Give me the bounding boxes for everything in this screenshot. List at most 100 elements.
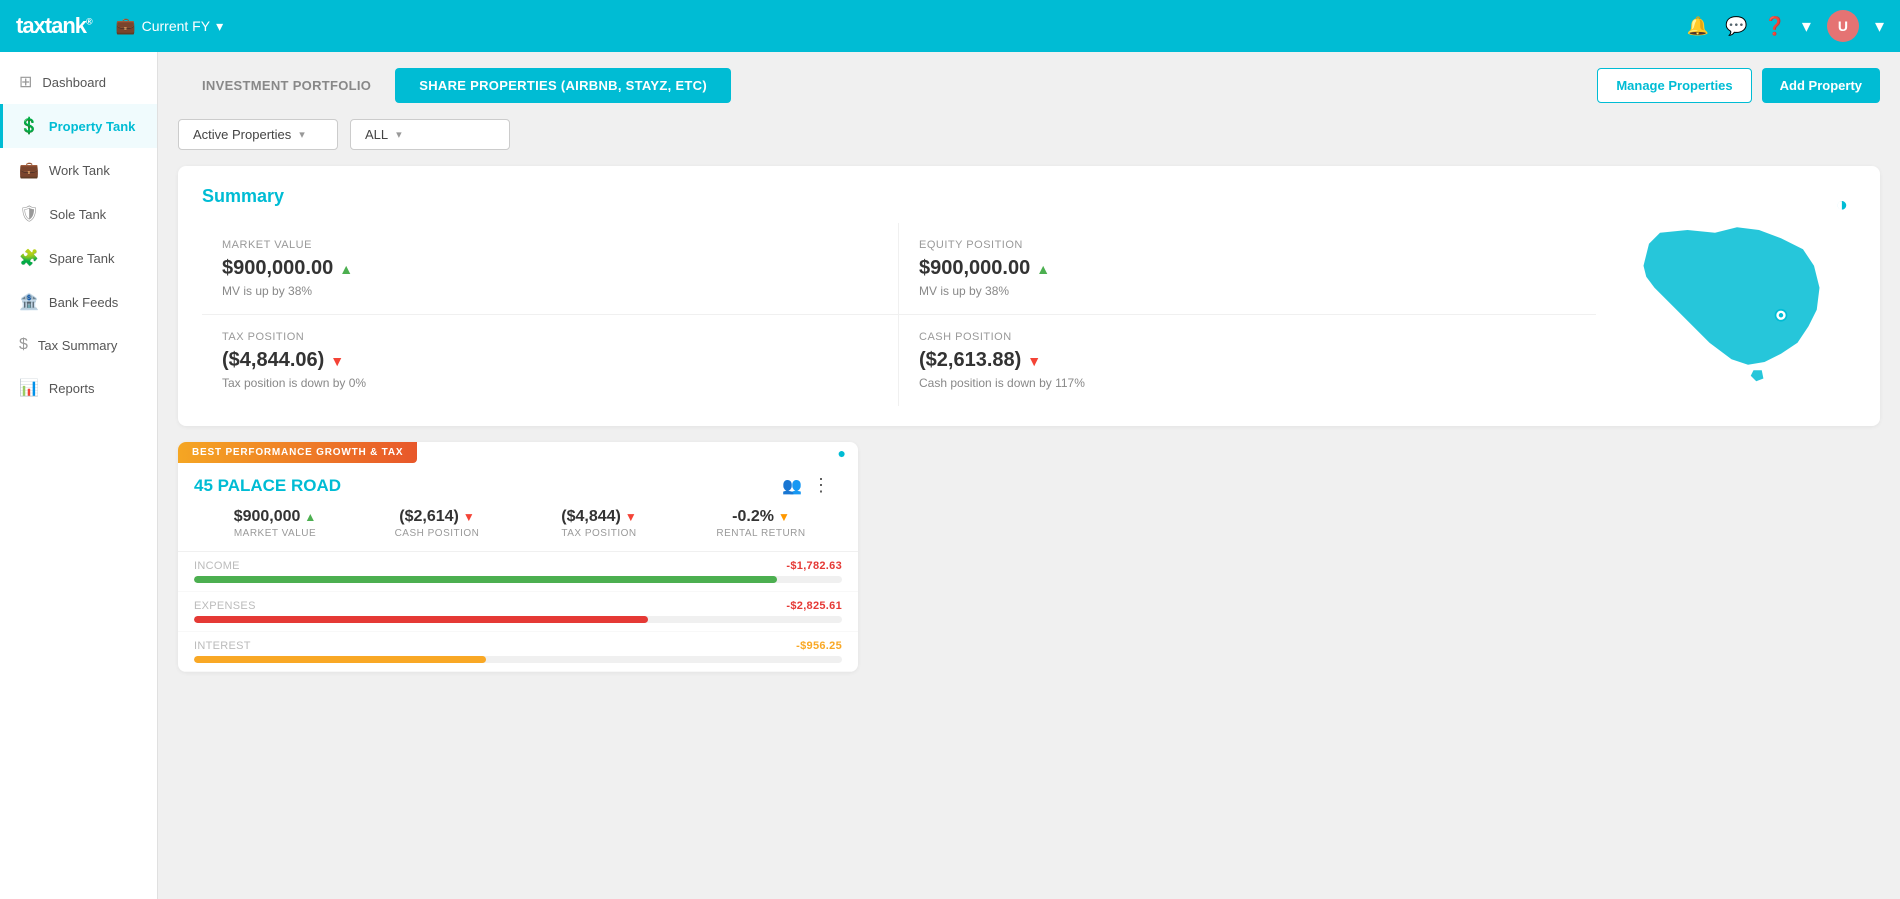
- sidebar-item-label: Work Tank: [49, 163, 110, 178]
- chevron-down-icon: ▾: [396, 128, 402, 141]
- chat-icon[interactable]: 💬: [1725, 16, 1747, 37]
- property-card: BEST PERFORMANCE GROWTH & TAX ● 45 PALAC…: [178, 442, 858, 672]
- equity-label: EQUITY POSITION: [919, 239, 1576, 251]
- manage-properties-button[interactable]: Manage Properties: [1597, 68, 1751, 103]
- cash-label: CASH POSITION: [919, 331, 1576, 343]
- summary-left: Summary MARKET VALUE $900,000.00 ▲ MV is…: [202, 186, 1596, 406]
- tab-investment-portfolio[interactable]: INVESTMENT PORTFOLIO: [178, 68, 395, 103]
- bar-label: INCOME: [194, 560, 240, 572]
- up-arrow-icon: ▲: [339, 261, 353, 277]
- cash-sub: Cash position is down by 117%: [919, 376, 1576, 390]
- metric-cash-position: ($2,614) ▼ CASH POSITION: [356, 508, 518, 539]
- bar-income: INCOME -$1,782.63: [178, 552, 858, 592]
- up-arrow-icon: ▲: [304, 510, 316, 524]
- summary-card: Summary MARKET VALUE $900,000.00 ▲ MV is…: [178, 166, 1880, 426]
- filter-active-label: Active Properties: [193, 127, 291, 142]
- avatar[interactable]: U: [1827, 10, 1859, 42]
- property-metrics: $900,000 ▲ MARKET VALUE ($2,614) ▼ CASH …: [178, 496, 858, 552]
- bar-label: EXPENSES: [194, 600, 256, 612]
- sidebar-item-spare-tank[interactable]: 🧩 Spare Tank: [0, 236, 157, 280]
- add-property-button[interactable]: Add Property: [1762, 68, 1880, 103]
- more-options-dot[interactable]: ●: [838, 445, 858, 461]
- sidebar-item-label: Dashboard: [42, 75, 106, 90]
- equity-sub: MV is up by 38%: [919, 284, 1576, 298]
- avatar-chevron-icon[interactable]: ▾: [1875, 16, 1884, 37]
- summary-equity: EQUITY POSITION $900,000.00 ▲ MV is up b…: [899, 223, 1596, 315]
- market-value-sub: MV is up by 38%: [222, 284, 878, 298]
- bar-fill: [194, 616, 648, 623]
- tax-amount: ($4,844.06) ▼: [222, 349, 878, 372]
- briefcase-icon: 💼: [116, 16, 136, 36]
- fy-label: Current FY: [142, 18, 210, 34]
- sidebar-item-label: Sole Tank: [49, 207, 106, 222]
- chevron-down-icon: ▾: [216, 18, 223, 35]
- down-arrow-icon: ▼: [625, 510, 637, 524]
- logo: taxtank®: [16, 13, 92, 39]
- puzzle-icon: 🧩: [19, 248, 39, 268]
- bar-track: [194, 576, 842, 583]
- cash-amount: ($2,613.88) ▼: [919, 349, 1576, 372]
- sidebar-item-reports[interactable]: 📊 Reports: [0, 366, 157, 410]
- sidebar-item-property-tank[interactable]: 💲 Property Tank: [0, 104, 157, 148]
- dollar-icon: $: [19, 336, 28, 354]
- summary-cash: CASH POSITION ($2,613.88) ▼ Cash positio…: [899, 315, 1596, 406]
- chevron-down-icon[interactable]: ▾: [1802, 16, 1811, 37]
- more-icon[interactable]: ⋮: [812, 475, 830, 496]
- sidebar-item-dashboard[interactable]: ⊞ Dashboard: [0, 60, 157, 104]
- sidebar-item-work-tank[interactable]: 💼 Work Tank: [0, 148, 157, 192]
- bell-icon[interactable]: 🔔: [1687, 16, 1709, 37]
- dollar-circle-icon: 💲: [19, 116, 39, 136]
- summary-tax: TAX POSITION ($4,844.06) ▼ Tax position …: [202, 315, 899, 406]
- bar-track: [194, 616, 842, 623]
- sidebar: ⊞ Dashboard 💲 Property Tank 💼 Work Tank …: [0, 52, 158, 899]
- all-filter[interactable]: ALL ▾: [350, 119, 510, 150]
- property-actions: 👥 ⋮: [782, 469, 846, 496]
- active-properties-filter[interactable]: Active Properties ▾: [178, 119, 338, 150]
- briefcase-icon: 💼: [19, 160, 39, 180]
- logo-sup: ®: [86, 17, 92, 27]
- sidebar-item-label: Property Tank: [49, 119, 135, 134]
- sidebar-item-sole-tank[interactable]: 🛡 Sole Tank: [0, 192, 157, 236]
- sidebar-item-tax-summary[interactable]: $ Tax Summary: [0, 324, 157, 366]
- sidebar-item-label: Reports: [49, 381, 95, 396]
- help-icon[interactable]: ❓: [1763, 16, 1785, 37]
- down-arrow-icon: ▼: [1027, 353, 1041, 369]
- bar-track: [194, 656, 842, 663]
- market-value-amount: $900,000.00 ▲: [222, 257, 878, 280]
- filter-all-label: ALL: [365, 127, 388, 142]
- summary-title: Summary: [202, 186, 1596, 207]
- metric-market-value: $900,000 ▲ MARKET VALUE: [194, 508, 356, 539]
- bar-fill: [194, 656, 486, 663]
- tabs-row: INVESTMENT PORTFOLIO SHARE PROPERTIES (A…: [178, 68, 1880, 103]
- australia-map: [1616, 196, 1836, 396]
- fy-selector[interactable]: 💼 Current FY ▾: [116, 16, 223, 36]
- tax-sub: Tax position is down by 0%: [222, 376, 878, 390]
- topnav: taxtank® 💼 Current FY ▾ 🔔 💬 ❓ ▾ U ▾: [0, 0, 1900, 52]
- down-arrow-icon: ▼: [463, 510, 475, 524]
- down-arrow-icon: ▼: [330, 353, 344, 369]
- sidebar-item-bank-feeds[interactable]: 🏦 Bank Feeds: [0, 280, 157, 324]
- tax-label: TAX POSITION: [222, 331, 878, 343]
- bar-label: INTEREST: [194, 640, 251, 652]
- bar-value: -$1,782.63: [786, 560, 842, 572]
- market-value-label: MARKET VALUE: [222, 239, 878, 251]
- shield-icon: 🛡: [19, 204, 39, 224]
- summary-map: ◑: [1596, 186, 1856, 406]
- main-content: INVESTMENT PORTFOLIO SHARE PROPERTIES (A…: [158, 52, 1900, 899]
- bar-chart-icon: 📊: [19, 378, 39, 398]
- chevron-down-icon: ▾: [299, 128, 305, 141]
- sidebar-item-label: Spare Tank: [49, 251, 115, 266]
- bar-value: -$2,825.61: [786, 600, 842, 612]
- tab-share-properties[interactable]: SHARE PROPERTIES (AIRBNB, STAYZ, ETC): [395, 68, 731, 103]
- sidebar-item-label: Tax Summary: [38, 338, 117, 353]
- pie-chart-icon[interactable]: ◑: [1836, 194, 1848, 217]
- metric-rental-return: -0.2% ▼ RENTAL RETURN: [680, 508, 842, 539]
- bar-value: -$956.25: [796, 640, 842, 652]
- people-icon[interactable]: 👥: [782, 476, 802, 496]
- sidebar-item-label: Bank Feeds: [49, 295, 118, 310]
- down-arrow-icon: ▼: [778, 510, 790, 524]
- bar-interest: INTEREST -$956.25: [178, 632, 858, 672]
- bank-icon: 🏦: [19, 292, 39, 312]
- metric-tax-position: ($4,844) ▼ TAX POSITION: [518, 508, 680, 539]
- bar-fill: [194, 576, 777, 583]
